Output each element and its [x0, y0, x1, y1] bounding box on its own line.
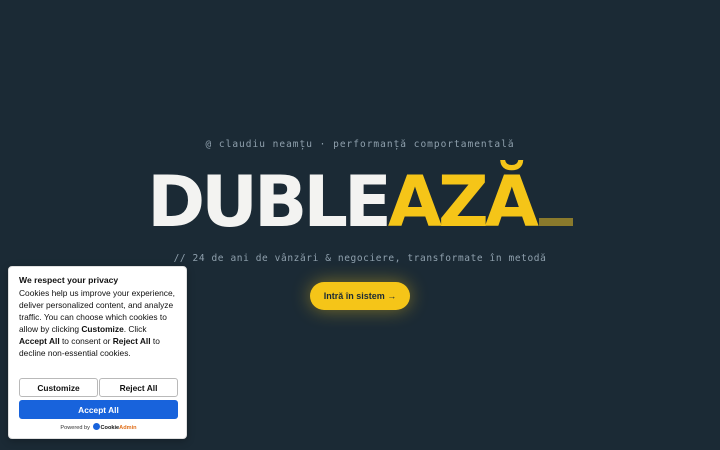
consent-body: Cookies help us improve your experience,…	[19, 287, 176, 359]
consent-body-text: to consent or	[59, 336, 113, 346]
customize-button[interactable]: Customize	[19, 378, 98, 397]
reject-all-button[interactable]: Reject All	[99, 378, 178, 397]
powered-by-label: Powered by	[60, 424, 90, 431]
powered-by: Powered by CookieAdmin	[9, 423, 188, 431]
consent-button-row: Customize Reject All	[19, 378, 178, 397]
cookieadmin-brand[interactable]: CookieAdmin	[101, 425, 137, 431]
hero-title-white: DUBLE	[147, 161, 392, 243]
hero-eyebrow: @ claudiu neamțu · performanță comportam…	[205, 139, 515, 150]
hero-tagline: // 24 de ani de vânzări & negociere, tra…	[173, 253, 547, 264]
hero-title-yellow: AZĂ	[387, 161, 539, 243]
enter-system-button[interactable]: Intră în sistem →	[310, 282, 410, 310]
cookie-consent-banner: We respect your privacy Cookies help us …	[8, 266, 187, 439]
hero-title: DUBLEAZĂ	[0, 162, 720, 242]
brand-name-part: Cookie	[100, 424, 120, 431]
consent-body-accept: Accept All	[19, 336, 60, 346]
brand-name-part: Admin	[119, 424, 137, 431]
cursor-underscore	[538, 218, 573, 226]
consent-body-text: . Click	[123, 324, 147, 334]
cookieadmin-logo-icon	[92, 423, 100, 430]
accept-all-button[interactable]: Accept All	[19, 400, 178, 419]
consent-body-customize: Customize	[81, 324, 124, 334]
consent-body-reject: Reject All	[112, 336, 151, 346]
consent-heading: We respect your privacy	[19, 275, 119, 285]
